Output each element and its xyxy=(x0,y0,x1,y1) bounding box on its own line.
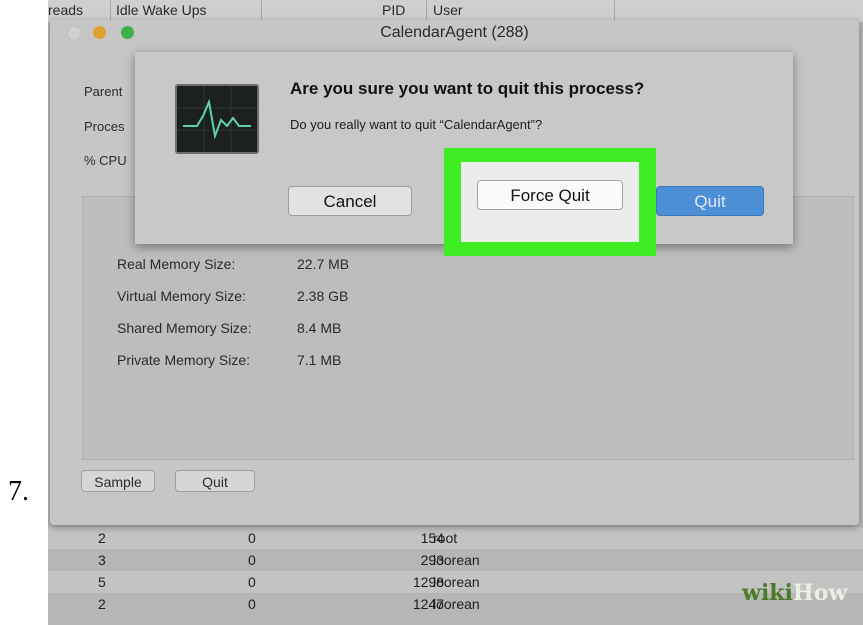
watermark-wiki: wiki xyxy=(742,580,793,606)
inspector-quit-button[interactable]: Quit xyxy=(175,470,255,492)
window-titlebar[interactable]: CalendarAgent (288) xyxy=(50,20,859,46)
memory-label: Virtual Memory Size: xyxy=(117,288,246,304)
column-divider xyxy=(261,0,262,22)
memory-row: Shared Memory Size: 8.4 MB xyxy=(117,320,341,336)
dialog-title: Are you sure you want to quit this proce… xyxy=(290,79,645,98)
memory-value: 7.1 MB xyxy=(297,352,342,368)
pid-column-header[interactable]: PID xyxy=(382,2,405,18)
user-cell: root xyxy=(433,530,458,546)
watermark-how: How xyxy=(792,580,848,606)
heartbeat-graph-icon xyxy=(177,86,257,152)
idle-wake-ups-cell: 0 xyxy=(248,596,256,612)
process-table: 2 0 154 root 3 0 293 loorean 5 0 1298 lo… xyxy=(48,527,863,615)
threads-cell: 3 xyxy=(98,552,106,568)
table-row[interactable]: 2 0 154 root xyxy=(48,527,863,549)
threads-cell: 2 xyxy=(98,530,106,546)
memory-label: Private Memory Size: xyxy=(117,352,251,368)
idle-wake-ups-column-header[interactable]: Idle Wake Ups xyxy=(116,2,207,18)
table-row[interactable]: 5 0 1298 loorean xyxy=(48,571,863,593)
step-number: 7. xyxy=(8,476,29,507)
cpu-label: % CPU xyxy=(84,153,127,168)
user-column-header[interactable]: User xyxy=(433,2,463,18)
sample-button[interactable]: Sample xyxy=(81,470,155,492)
highlight-backdrop: Force Quit xyxy=(461,162,639,242)
memory-row: Private Memory Size: 7.1 MB xyxy=(117,352,341,368)
threads-cell: 2 xyxy=(98,596,106,612)
process-list-header: reads Idle Wake Ups PID User xyxy=(48,0,863,22)
user-cell: loorean xyxy=(433,574,480,590)
idle-wake-ups-cell: 0 xyxy=(248,530,256,546)
idle-wake-ups-cell: 0 xyxy=(248,574,256,590)
user-cell: loorean xyxy=(433,596,480,612)
wikihow-watermark: wikiHow xyxy=(742,580,847,606)
user-cell: loorean xyxy=(433,552,480,568)
column-divider xyxy=(110,0,111,22)
screenshot: reads Idle Wake Ups PID User 2 0 154 roo… xyxy=(48,0,863,625)
memory-value: 2.38 GB xyxy=(297,288,349,304)
threads-column-header[interactable]: reads xyxy=(48,2,83,18)
force-quit-button[interactable]: Force Quit xyxy=(477,180,623,210)
dialog-message: Do you really want to quit “CalendarAgen… xyxy=(290,117,543,132)
force-quit-highlight: Force Quit xyxy=(444,148,656,256)
idle-wake-ups-cell: 0 xyxy=(248,552,256,568)
table-row[interactable]: 3 0 293 loorean xyxy=(48,549,863,571)
memory-label: Shared Memory Size: xyxy=(117,320,252,336)
column-divider xyxy=(426,0,427,22)
activity-monitor-icon xyxy=(175,84,259,154)
memory-label: Real Memory Size: xyxy=(117,256,236,272)
column-divider xyxy=(614,0,615,22)
threads-cell: 5 xyxy=(98,574,106,590)
table-row[interactable]: 2 0 1247 loorean xyxy=(48,593,863,615)
quit-button[interactable]: Quit xyxy=(656,186,764,216)
cancel-button[interactable]: Cancel xyxy=(288,186,412,216)
parent-process-label: Parent xyxy=(84,84,123,99)
process-group-label: Proces xyxy=(84,119,125,134)
memory-row: Virtual Memory Size: 2.38 GB xyxy=(117,288,348,304)
memory-value: 8.4 MB xyxy=(297,320,342,336)
memory-value: 22.7 MB xyxy=(297,256,350,272)
window-title: CalendarAgent (288) xyxy=(380,24,529,41)
memory-row: Real Memory Size: 22.7 MB xyxy=(117,256,349,272)
